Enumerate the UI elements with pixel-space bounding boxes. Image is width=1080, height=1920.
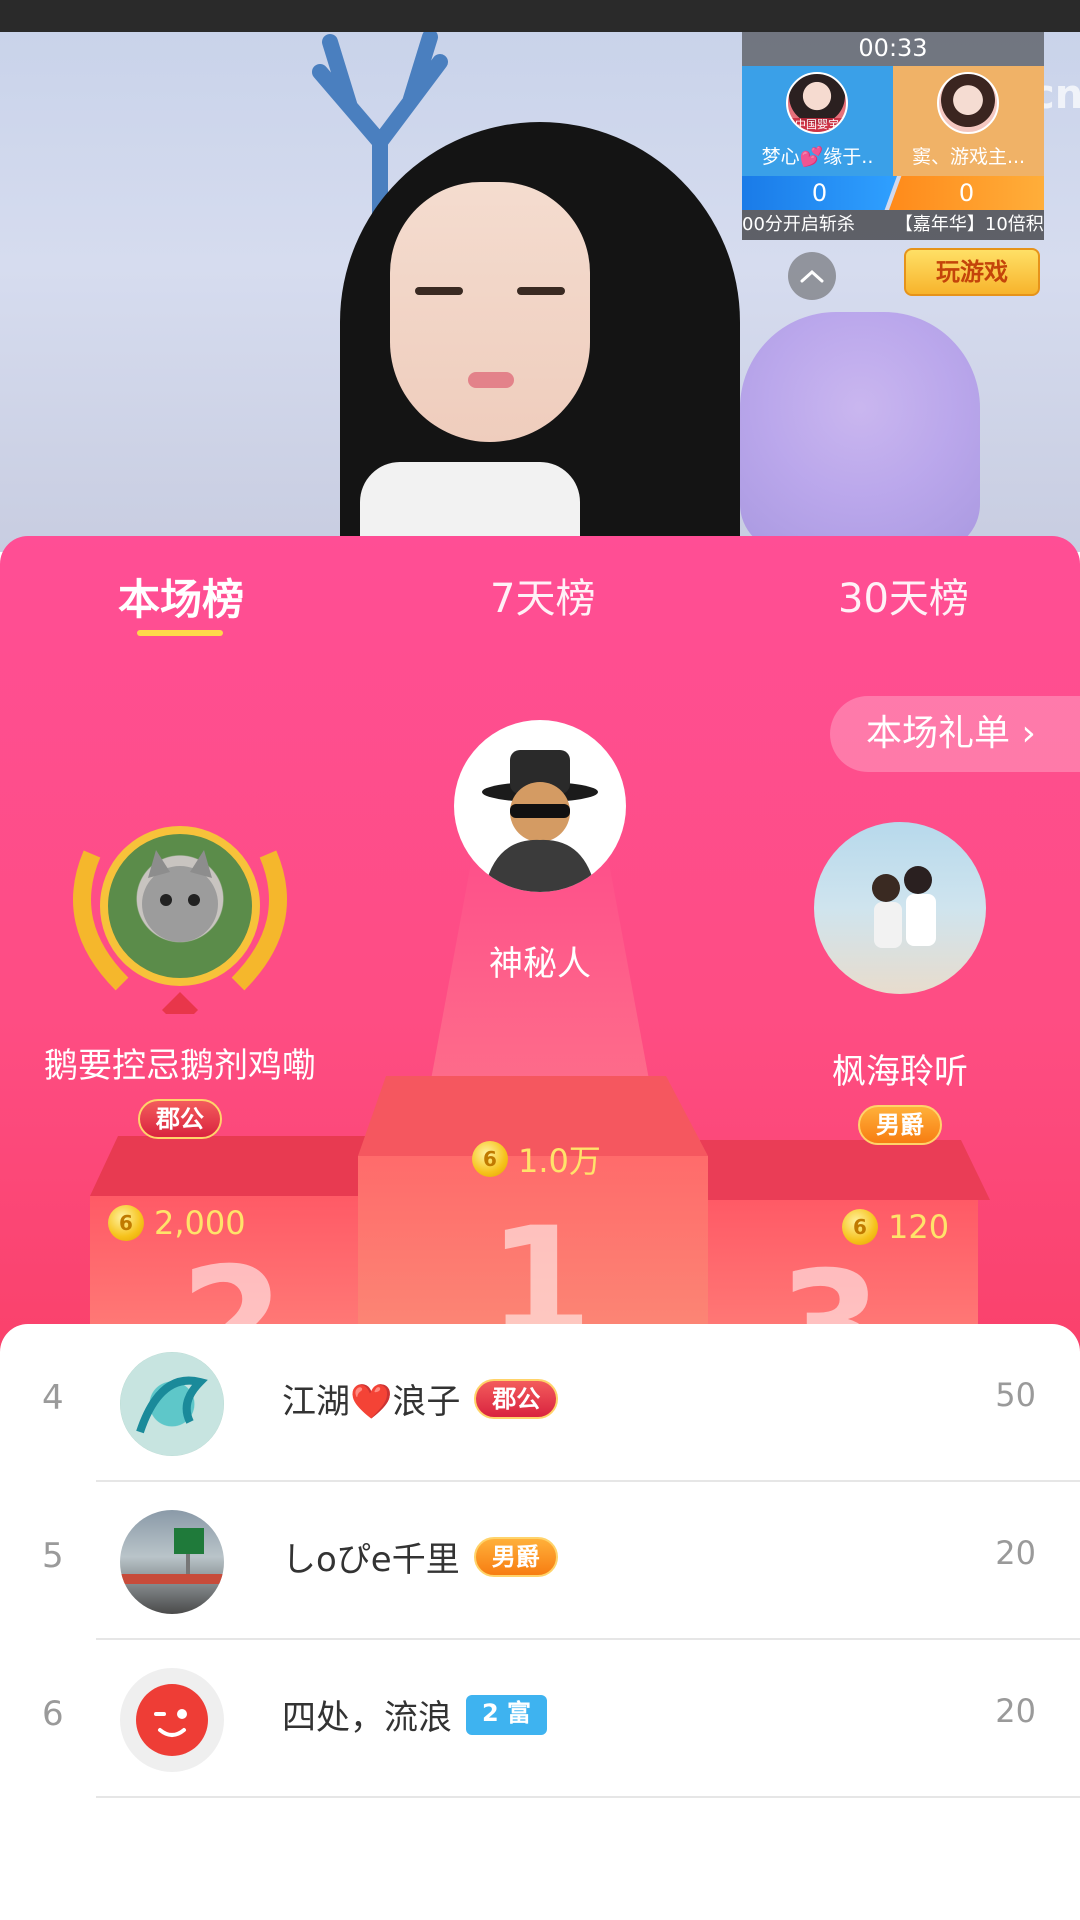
list-name-wrap: 江湖❤️浪子 郡公 [282,1374,559,1423]
rank-first-amount: 6 1.0万 [472,1136,601,1182]
list-rank: 4 [42,1378,64,1418]
pk-right-score: 0 [889,176,1044,210]
pk-left-name: 梦心💕缘于.. [761,146,874,168]
dragon-avatar-icon [136,1376,208,1434]
list-divider [96,1796,1080,1798]
pk-left-score: 0 [742,176,897,210]
laurel-wreath-icon [73,850,287,1014]
rank-third-user[interactable]: 枫海聆听 男爵 [780,822,1020,1145]
rank-third-amount-value: 120 [888,1208,950,1246]
rank-tabs: 本场榜 7天榜 30天榜 [0,536,1080,646]
list-name: 四处，流浪 [282,1698,452,1738]
rank-first-name: 神秘人 [489,944,591,984]
rank-second-badge-wrap: 郡公 [20,1099,340,1139]
list-avatar[interactable] [120,1668,224,1772]
rank-third-badge-wrap: 男爵 [780,1105,1020,1145]
pk-right-name: 窦、游戏主... [911,146,1026,168]
rank-second-user[interactable]: 鹅要控忌鹅剂鸡嘞 郡公 [20,826,340,1139]
rank-first-user[interactable]: 神秘人 [440,720,640,985]
pk-ticker: 00分开启斩杀 【嘉年华】10倍积 [742,210,1044,240]
streamer-face [390,182,590,442]
rank-first-amount-value: 1.0万 [518,1142,601,1180]
rank-second-badge: 郡公 [138,1099,222,1139]
play-game-button[interactable]: 玩游戏 [904,248,1040,296]
list-name-wrap: 四处，流浪 2 富 [282,1690,548,1739]
pk-ticker-text-1: 00分开启斩杀 [742,214,855,235]
wink-face-avatar-icon [136,1684,208,1756]
tab-this-session[interactable]: 本场榜 [118,566,244,627]
pk-left-anchor[interactable]: 中国婴宝 梦心💕缘于.. [742,66,893,176]
pk-ticker-text-2: 【嘉年华】10倍积 [894,214,1044,235]
coin-icon: 6 [108,1205,144,1241]
list-score: 20 [995,1692,1036,1730]
road-sign-avatar-icon [120,1528,224,1584]
rank-second-amount-value: 2,000 [154,1204,246,1242]
pk-battle-box[interactable]: 00:33 中国婴宝 梦心💕缘于.. 窦、游戏主... 0 0 00分开启斩杀 【… [742,30,1044,240]
list-score: 50 [995,1376,1036,1414]
list-name: しoぴe千里 [282,1540,460,1580]
pk-right-anchor[interactable]: 窦、游戏主... [893,66,1044,176]
pk-score-bar: 0 0 [742,176,1044,210]
list-item[interactable]: 5 しoぴe千里 男爵 20 [0,1482,1080,1640]
chevron-up-icon [800,269,824,283]
coin-icon: 6 [842,1209,878,1245]
active-tab-indicator [137,630,223,636]
list-rank: 5 [42,1536,64,1576]
rank-third-amount: 6 120 [842,1208,949,1246]
gift-list-button[interactable]: 本场礼单 › [830,696,1080,772]
tab-30-days[interactable]: 30天榜 [838,566,969,624]
collapse-button[interactable] [788,252,836,300]
rank-third-name: 枫海聆听 [832,1052,968,1092]
list-badge: 郡公 [474,1378,559,1419]
list-avatar[interactable] [120,1352,224,1456]
podium-3-top [700,1140,990,1200]
tab-7-days[interactable]: 7天榜 [490,566,595,624]
list-avatar[interactable] [120,1510,224,1614]
podium-2-top [90,1136,370,1196]
list-item[interactable]: 6 四处，流浪 2 富 20 [0,1640,1080,1798]
list-rank: 6 [42,1694,64,1734]
pk-timer: 00:33 [742,30,1044,66]
mystery-person-icon [482,750,598,892]
rank-third-avatar[interactable] [814,822,986,994]
background-dress [740,312,980,552]
coin-icon: 6 [472,1141,508,1177]
pk-left-avatar-caption: 中国婴宝 [788,118,846,132]
list-name-wrap: しoぴe千里 男爵 [282,1532,558,1581]
status-bar [0,0,1080,32]
couple-avatar-icon [872,866,936,948]
list-badge: 2 富 [466,1694,548,1735]
rank-third-badge: 男爵 [858,1105,942,1145]
rank-second-name: 鹅要控忌鹅剂鸡嘞 [44,1046,316,1086]
pk-left-avatar[interactable]: 中国婴宝 [786,72,848,134]
list-score: 20 [995,1534,1036,1572]
rank-second-amount: 6 2,000 [108,1204,246,1242]
rank-first-avatar[interactable] [454,720,626,892]
list-item[interactable]: 4 江湖❤️浪子 郡公 50 [0,1324,1080,1482]
list-badge: 男爵 [473,1536,558,1577]
pk-right-avatar[interactable] [937,72,999,134]
rank-list: 4 江湖❤️浪子 郡公 50 5 しoぴe千里 男爵 20 6 四处，流浪 2 … [0,1324,1080,1920]
list-name: 江湖❤️浪子 [282,1382,461,1422]
